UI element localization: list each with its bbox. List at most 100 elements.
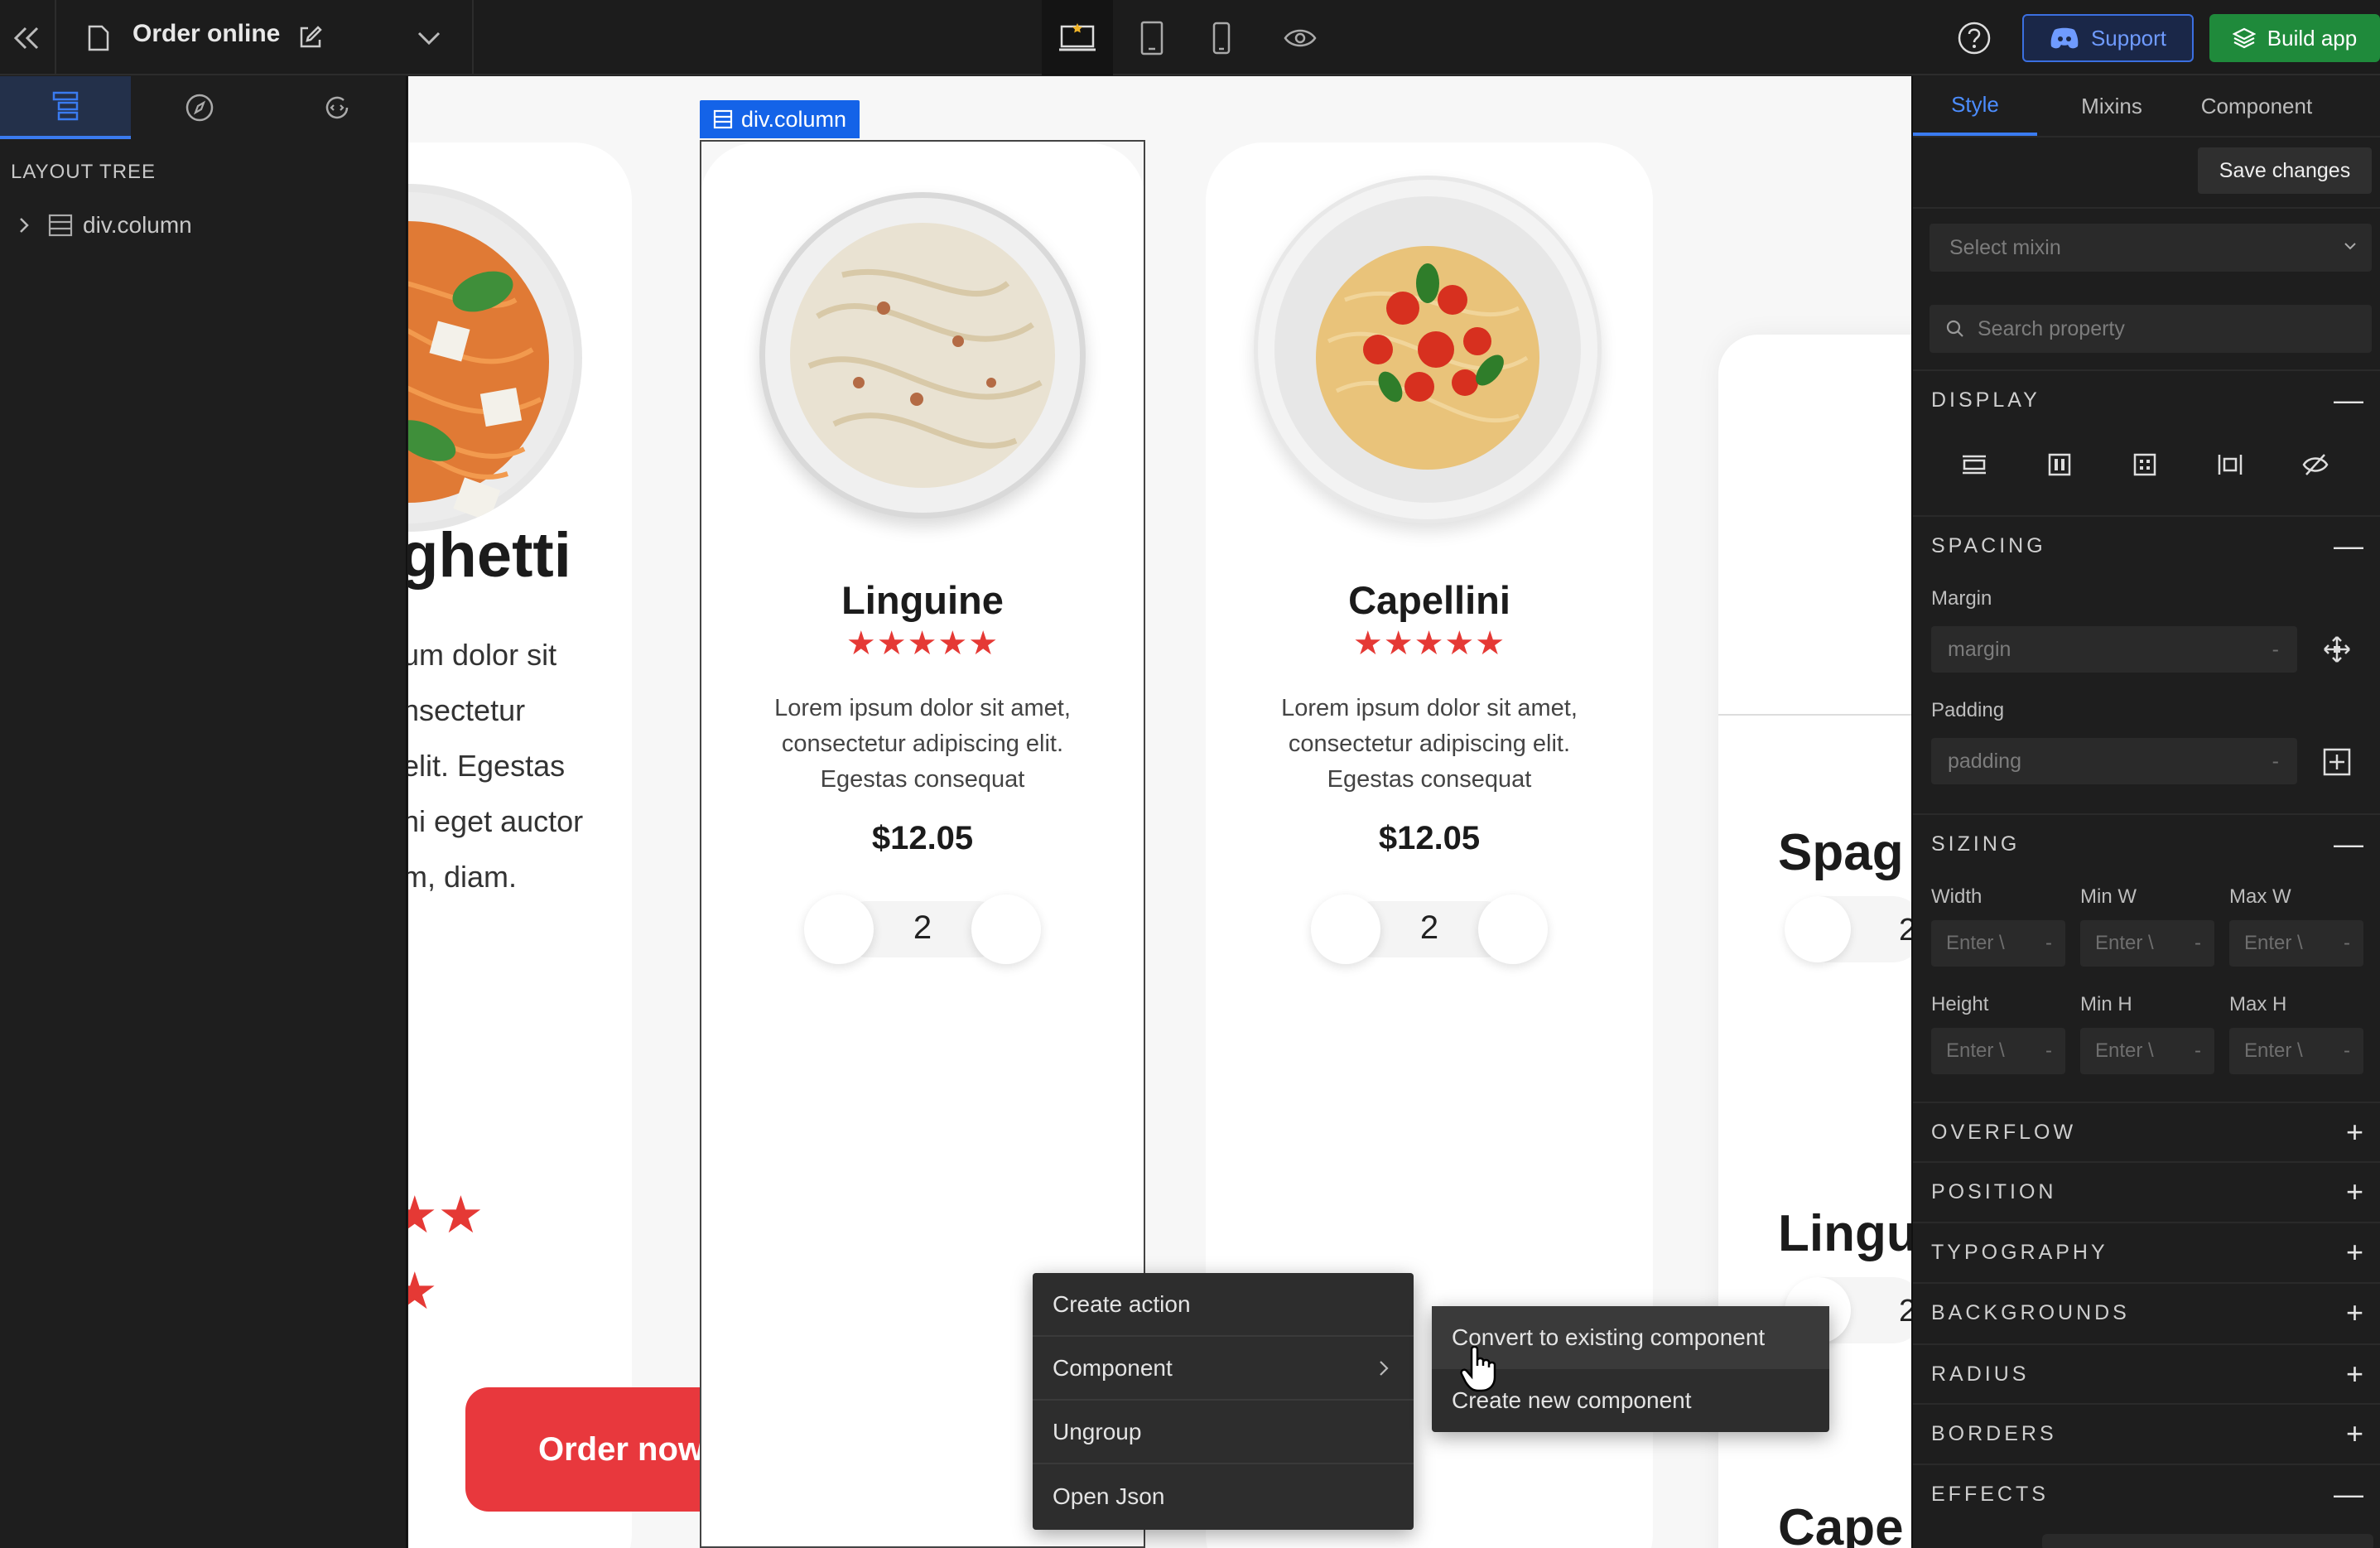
tab-navigator[interactable] bbox=[132, 76, 267, 139]
help-icon[interactable] bbox=[1956, 20, 1992, 56]
selection-label[interactable]: div.column bbox=[700, 100, 860, 138]
section-typography[interactable]: TYPOGRAPHY + bbox=[1913, 1222, 2380, 1281]
section-radius[interactable]: RADIUS + bbox=[1913, 1343, 2380, 1403]
discord-icon bbox=[2050, 27, 2079, 50]
section-position[interactable]: POSITION + bbox=[1913, 1161, 2380, 1221]
layout-tree-title: LAYOUT TREE bbox=[11, 161, 157, 183]
expand-icon[interactable]: + bbox=[2346, 1115, 2363, 1150]
margin-move-icon[interactable] bbox=[2322, 634, 2352, 664]
top-bar: Order online Support Build app bbox=[0, 0, 2380, 75]
expand-icon[interactable]: + bbox=[2346, 1174, 2363, 1209]
menu-item-create-action[interactable]: Create action bbox=[1033, 1273, 1414, 1337]
max-width-input[interactable]: Enter \ - bbox=[2229, 920, 2363, 967]
width-label: Width bbox=[1931, 885, 1983, 908]
padding-label: Padding bbox=[1931, 699, 2005, 721]
display-flex-icon[interactable] bbox=[2016, 435, 2102, 494]
rating-stars: ★★★★★ bbox=[1352, 625, 1506, 662]
display-none-icon[interactable] bbox=[2272, 435, 2358, 494]
section-sizing[interactable]: SIZING — bbox=[1913, 813, 2380, 873]
hand-cursor-icon bbox=[1460, 1346, 1498, 1392]
min-height-label: Min H bbox=[2080, 993, 2132, 1015]
tree-item-label: div.column bbox=[83, 212, 192, 238]
padding-box-icon[interactable] bbox=[2322, 747, 2352, 777]
partial-card-spaghetti[interactable]: ghetti um dolor sit nsectetur elit. Eges… bbox=[408, 142, 632, 1548]
display-inline-icon[interactable] bbox=[2187, 435, 2272, 494]
column-layout-icon bbox=[48, 214, 73, 237]
tab-layout-tree[interactable] bbox=[0, 76, 131, 139]
preview-eye-icon[interactable] bbox=[1265, 0, 1336, 75]
menu-item-ungroup[interactable]: Ungroup bbox=[1033, 1401, 1414, 1464]
save-changes-button[interactable]: Save changes bbox=[2198, 147, 2372, 194]
expand-icon[interactable]: + bbox=[2346, 1357, 2363, 1391]
min-height-input[interactable]: Enter \ - bbox=[2080, 1028, 2214, 1074]
support-button[interactable]: Support bbox=[2022, 14, 2194, 62]
collapse-icon[interactable]: — bbox=[2334, 1477, 2363, 1512]
card-title: Capellini bbox=[1348, 578, 1510, 622]
build-app-button[interactable]: Build app bbox=[2209, 14, 2380, 62]
card-title: Linguine bbox=[841, 578, 1004, 622]
display-options bbox=[1931, 435, 2362, 494]
collapse-icon[interactable]: — bbox=[2334, 383, 2363, 417]
page-title: Order online bbox=[132, 20, 281, 47]
quantity-value: 2 bbox=[1419, 909, 1439, 946]
max-height-input[interactable]: Enter \ - bbox=[2229, 1028, 2363, 1074]
tab-component[interactable]: Component bbox=[2178, 76, 2335, 136]
menu-item-open-json[interactable]: Open Json bbox=[1033, 1464, 1414, 1528]
card-description: Lorem ipsum dolor sit amet, consectetur … bbox=[1281, 695, 1578, 793]
expand-icon[interactable]: + bbox=[2346, 1416, 2363, 1451]
tab-code[interactable] bbox=[268, 76, 406, 139]
layers-icon bbox=[2232, 27, 2256, 50]
context-menu: Create action Component Ungroup Open Jso… bbox=[1033, 1273, 1414, 1530]
display-block-icon[interactable] bbox=[1931, 435, 2016, 494]
right-item-title-2: Lingu bbox=[1778, 1205, 1911, 1262]
column-layout-icon bbox=[713, 109, 733, 129]
desktop-device-icon[interactable] bbox=[1042, 0, 1113, 75]
height-input[interactable]: Enter \ - bbox=[1931, 1028, 2065, 1074]
section-overflow[interactable]: OVERFLOW + bbox=[1913, 1102, 2380, 1161]
right-item-title-1: Spag bbox=[1778, 824, 1904, 881]
partial-stars: ★★ bbox=[408, 1187, 484, 1244]
code-cycle-icon bbox=[325, 96, 349, 119]
section-borders[interactable]: BORDERS + bbox=[1913, 1403, 2380, 1463]
chevron-right-icon[interactable] bbox=[18, 216, 30, 234]
display-grid-icon[interactable] bbox=[2102, 435, 2187, 494]
tab-mixins[interactable]: Mixins bbox=[2054, 76, 2170, 136]
quantity-stepper[interactable]: 2 bbox=[1311, 895, 1548, 964]
compass-icon bbox=[185, 94, 214, 122]
max-width-label: Max W bbox=[2229, 885, 2291, 908]
right-qty-stepper[interactable]: 2 bbox=[1785, 896, 1911, 962]
search-icon bbox=[1946, 320, 1964, 338]
section-backgrounds[interactable]: BACKGROUNDS + bbox=[1913, 1282, 2380, 1342]
width-input[interactable]: Enter \ - bbox=[1931, 920, 2065, 967]
edit-icon[interactable] bbox=[296, 23, 325, 51]
linguine-image bbox=[759, 192, 1086, 518]
tree-item-div-column[interactable]: div.column bbox=[0, 200, 406, 250]
card-description: Lorem ipsum dolor sit amet, consectetur … bbox=[774, 695, 1071, 793]
mobile-device-icon[interactable] bbox=[1186, 0, 1257, 75]
section-spacing[interactable]: SPACING — bbox=[1913, 515, 2380, 575]
search-property-input[interactable]: Search property bbox=[1930, 305, 2372, 353]
effects-field[interactable] bbox=[2042, 1534, 2373, 1548]
collapse-icon[interactable]: — bbox=[2334, 827, 2363, 861]
margin-input[interactable]: margin - bbox=[1931, 626, 2297, 673]
tab-style[interactable]: Style bbox=[1913, 76, 2037, 136]
tablet-device-icon[interactable] bbox=[1116, 0, 1188, 75]
min-width-input[interactable]: Enter \ - bbox=[2080, 920, 2214, 967]
quantity-value: 2 bbox=[913, 909, 932, 946]
collapse-chevrons-icon[interactable] bbox=[0, 0, 53, 75]
rating-stars: ★★★★★ bbox=[846, 625, 1000, 662]
page-dropdown-chevron-icon[interactable] bbox=[412, 23, 446, 53]
quantity-stepper[interactable]: 2 bbox=[804, 895, 1041, 964]
expand-icon[interactable]: + bbox=[2346, 1295, 2363, 1330]
collapse-icon[interactable]: — bbox=[2334, 528, 2363, 563]
padding-input[interactable]: padding - bbox=[1931, 738, 2297, 784]
order-now-button[interactable]: Order now bbox=[465, 1387, 730, 1512]
height-label: Height bbox=[1931, 993, 1989, 1015]
menu-item-component[interactable]: Component bbox=[1033, 1337, 1414, 1401]
partial-dish-title: ghetti bbox=[408, 520, 571, 591]
expand-icon[interactable]: + bbox=[2346, 1235, 2363, 1270]
select-mixin-dropdown[interactable]: Select mixin bbox=[1930, 224, 2372, 272]
section-display[interactable]: DISPLAY — bbox=[1913, 369, 2380, 429]
page-file-icon bbox=[86, 23, 111, 53]
section-effects[interactable]: EFFECTS — bbox=[1913, 1464, 2380, 1523]
